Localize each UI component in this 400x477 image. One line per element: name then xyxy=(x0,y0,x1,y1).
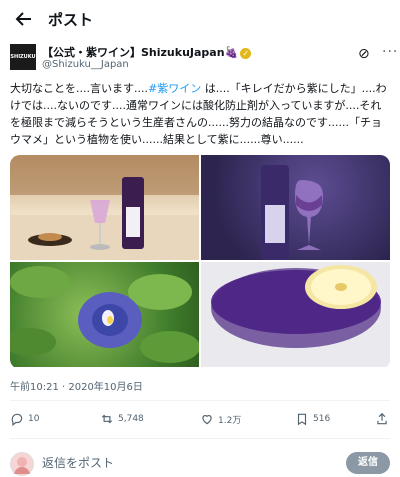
hashtag-link[interactable]: #紫ワイン xyxy=(148,82,201,95)
views-count: 1.2万 xyxy=(218,415,242,426)
share-action[interactable] xyxy=(375,412,389,426)
share-icon xyxy=(377,412,387,425)
author-name[interactable]: 【公式・紫ワイン】ShizukuJapan🍇 ✓ xyxy=(42,44,252,60)
grok-icon[interactable]: ⊘ xyxy=(358,46,370,62)
media-grid xyxy=(10,155,390,369)
reply-icon xyxy=(11,413,23,426)
reply-action[interactable]: 10 xyxy=(10,412,39,426)
author-handle[interactable]: @Shizuku__Japan xyxy=(42,59,129,70)
reply-button[interactable]: 返信 xyxy=(346,452,390,474)
media-image-3[interactable] xyxy=(10,262,199,367)
reply-composer: 返信をポスト 返信 xyxy=(0,444,400,477)
post-timestamp[interactable]: 午前10:21 · 2020年10月6日 xyxy=(10,378,143,393)
post-text: 大切なことを....言います....#紫ワイン は....「キレイだから紫にした… xyxy=(10,82,387,146)
verified-badge-icon: ✓ xyxy=(240,47,252,59)
action-bar: 10 5,748 1.2万 516 xyxy=(10,412,390,432)
page-title: ポスト xyxy=(48,11,94,29)
repost-action[interactable]: 5,748 xyxy=(100,412,144,426)
bookmark-count: 516 xyxy=(313,414,331,424)
avatar[interactable]: SHIZUKU xyxy=(10,44,36,70)
reply-count: 10 xyxy=(28,414,40,424)
bookmark-action[interactable]: 516 xyxy=(295,412,330,426)
reply-input[interactable]: 返信をポスト xyxy=(42,454,114,471)
views-action[interactable]: 1.2万 xyxy=(200,412,241,426)
repost-count: 5,748 xyxy=(118,414,144,424)
author-header: SHIZUKU 【公式・紫ワイン】ShizukuJapan🍇 ✓ @Shizuku… xyxy=(10,44,397,74)
repost-icon xyxy=(101,414,113,424)
media-image-4[interactable] xyxy=(201,262,390,367)
top-bar: ポスト xyxy=(0,0,400,38)
heart-icon xyxy=(202,415,212,425)
back-arrow-icon[interactable] xyxy=(12,7,36,31)
bookmark-icon xyxy=(297,413,307,426)
media-image-2[interactable] xyxy=(201,155,390,260)
divider xyxy=(10,400,390,401)
media-image-1[interactable] xyxy=(10,155,199,260)
user-avatar xyxy=(10,452,34,476)
more-options-icon[interactable]: ··· xyxy=(382,44,398,60)
divider xyxy=(10,438,390,439)
